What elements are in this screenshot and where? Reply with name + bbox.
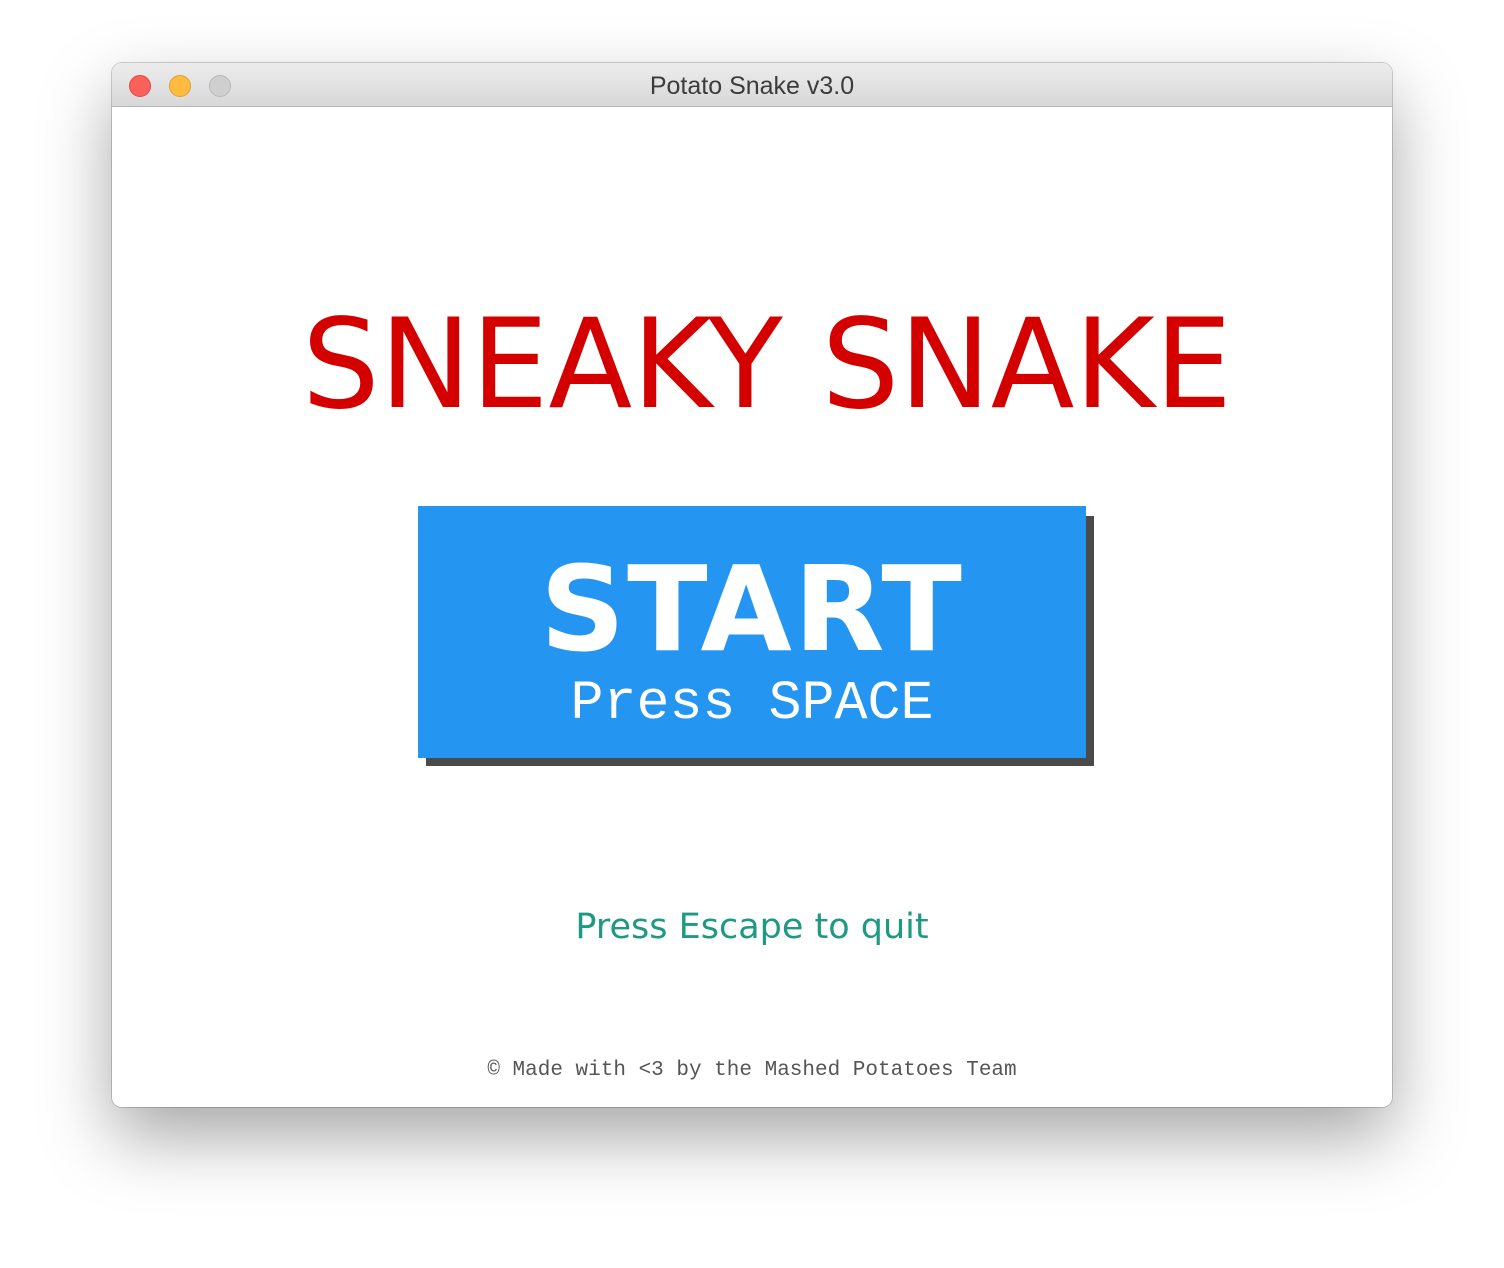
game-logo-text: SNEAKY SNAKE: [302, 293, 1232, 437]
quit-hint: Press Escape to quit: [575, 907, 929, 947]
game-canvas: SNEAKY SNAKE START Press SPACE Press Esc…: [112, 107, 1392, 1107]
window-title: Potato Snake v3.0: [649, 72, 855, 100]
game-logo: SNEAKY SNAKE: [302, 293, 1232, 437]
title-bar[interactable]: Potato Snake v3.0: [112, 63, 1392, 107]
app-window: Potato Snake v3.0 SNEAKY SNAKE START Pre…: [112, 63, 1392, 1107]
credits-footer: © Made with <3 by the Mashed Potatoes Te…: [487, 1059, 1017, 1082]
start-button[interactable]: START Press SPACE: [418, 506, 1086, 758]
start-button-label: START: [540, 540, 964, 678]
start-button-hint: Press SPACE: [570, 672, 934, 735]
